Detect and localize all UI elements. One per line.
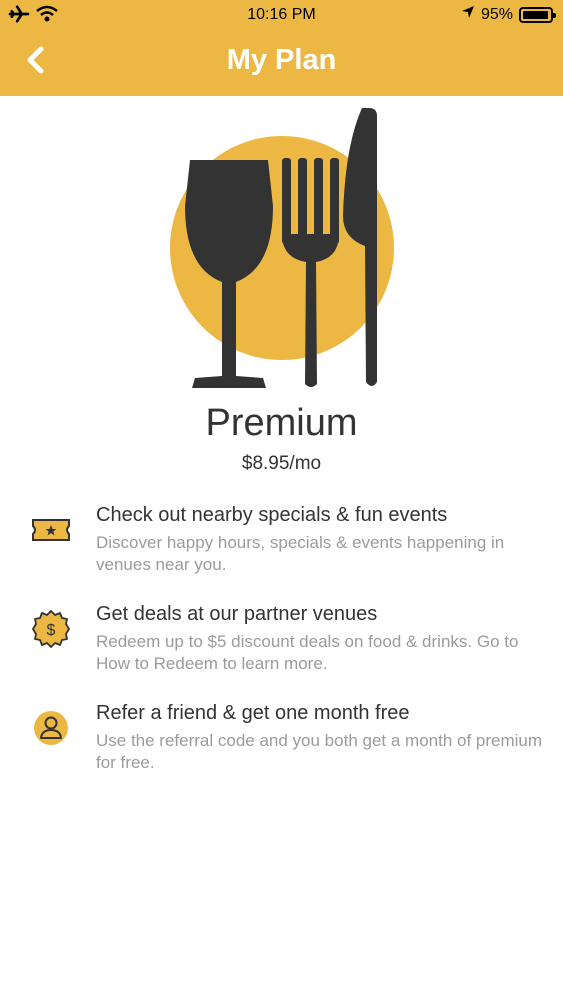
feature-title: Check out nearby specials & fun events bbox=[96, 504, 448, 526]
nav-bar: My Plan bbox=[0, 32, 563, 96]
dollar-badge-icon: $ bbox=[31, 609, 71, 649]
feature-title: Get deals at our partner venues bbox=[96, 603, 378, 625]
feature-item-specials: Check out nearby specials & fun events D… bbox=[0, 504, 563, 584]
feature-item-deals: $ Get deals at our partner venues Redeem… bbox=[0, 603, 563, 683]
feature-title: Refer a friend & get one month free bbox=[96, 702, 410, 724]
page-title: My Plan bbox=[226, 44, 337, 76]
feature-description: Redeem up to $5 discount deals on food &… bbox=[96, 632, 519, 673]
plan-illustration bbox=[167, 106, 397, 396]
status-bar: 10:16 PM 95% bbox=[0, 0, 563, 32]
user-icon bbox=[31, 708, 71, 748]
feature-description: Discover happy hours, specials & events … bbox=[96, 533, 505, 574]
battery-icon bbox=[519, 6, 556, 23]
status-right: 95% bbox=[461, 5, 556, 24]
svg-text:$: $ bbox=[47, 622, 56, 639]
feature-item-referral: Refer a friend & get one month free Use … bbox=[0, 702, 563, 782]
plan-name: Premium bbox=[205, 402, 358, 444]
location-arrow-icon bbox=[461, 5, 475, 24]
plan-price: $8.95/mo bbox=[241, 453, 322, 474]
feature-description: Use the referral code and you both get a… bbox=[96, 731, 543, 772]
header: 10:16 PM 95% My Plan bbox=[0, 0, 563, 96]
ticket-icon bbox=[31, 510, 71, 550]
battery-percent: 95% bbox=[480, 5, 513, 23]
